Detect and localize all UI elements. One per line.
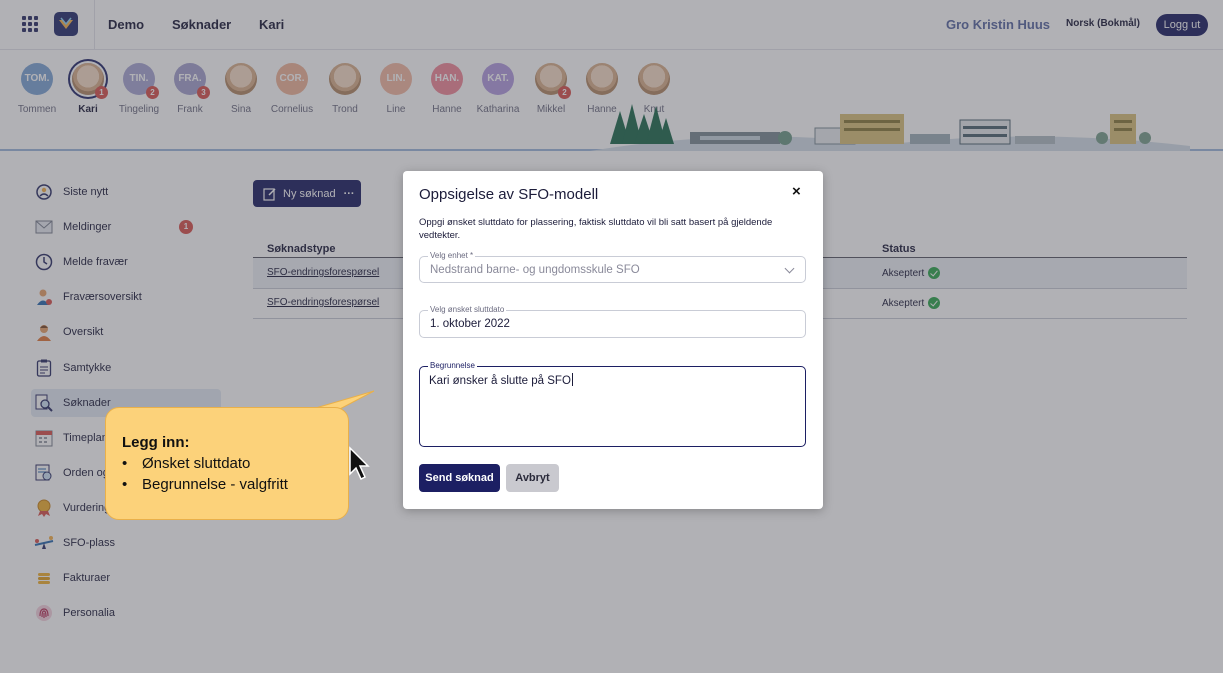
unit-select-label: Velg enhet * (428, 251, 476, 260)
dialog-description: Oppgi ønsket sluttdato for plassering, f… (419, 217, 773, 241)
dialog-title: Oppsigelse av SFO-modell (419, 186, 599, 203)
reason-value: Kari ønsker å slutte på SFO (429, 375, 571, 387)
close-icon[interactable]: × (792, 183, 801, 200)
reason-text: Kari ønsker å slutte på SFO (429, 373, 573, 387)
chevron-down-icon (784, 263, 795, 274)
callout-heading: Legg inn: (122, 434, 190, 451)
end-date-label: Velg ønsket sluttdato (428, 305, 507, 314)
callout-item: • Ønsket sluttdato (122, 455, 250, 472)
cancel-sfo-dialog: Oppsigelse av SFO-modell × Oppgi ønsket … (403, 171, 823, 509)
mouse-cursor-icon (349, 446, 370, 481)
unit-select-value: Nedstrand barne- og ungdomsskule SFO (430, 264, 640, 276)
bullet: • (122, 455, 128, 472)
callout-item-text: Begrunnelse - valgfritt (142, 476, 288, 493)
end-date-field[interactable]: Velg ønsket sluttdato 1. oktober 2022 (419, 305, 806, 338)
end-date-value: 1. oktober 2022 (430, 318, 510, 330)
callout-item-text: Ønsket sluttdato (142, 455, 251, 472)
reason-textarea[interactable]: Begrunnelse Kari ønsker å slutte på SFO (419, 361, 806, 447)
send-application-button[interactable]: Send søknad (419, 464, 500, 492)
reason-label: Begrunnelse (428, 361, 477, 370)
cancel-button[interactable]: Avbryt (506, 464, 559, 492)
bullet: • (122, 476, 128, 493)
instruction-callout: Legg inn: • Ønsket sluttdato • Begrunnelse… (105, 407, 349, 520)
callout-item: • Begrunnelse - valgfritt (122, 476, 288, 493)
unit-select[interactable]: Velg enhet * Nedstrand barne- og ungdoms… (419, 251, 806, 283)
text-caret (571, 373, 573, 386)
